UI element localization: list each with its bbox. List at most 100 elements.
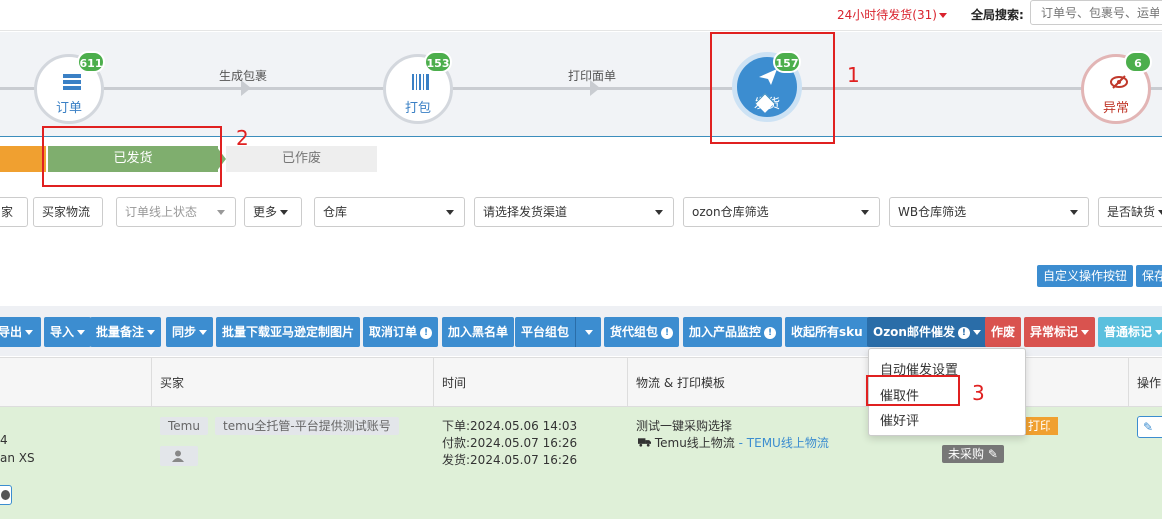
column-header-time: 时间: [442, 376, 467, 390]
order-time: 下单:2024.05.06 14:03: [442, 419, 578, 433]
filter-wb-warehouse-select[interactable]: WB仓库筛选: [889, 197, 1089, 227]
button-label: 导出: [0, 325, 23, 339]
button-label: 普通标记: [1104, 325, 1153, 339]
caret-down-icon: [199, 330, 208, 335]
caret-down-icon: [1081, 330, 1090, 335]
filter-online-status-select[interactable]: 订单线上状态: [116, 197, 236, 227]
info-icon[interactable]: [0, 485, 12, 505]
truck-icon: [638, 438, 651, 447]
void-button[interactable]: 作废: [985, 317, 1022, 347]
count-badge: 153: [424, 51, 452, 73]
logistics-separator: -: [734, 436, 747, 450]
select-value: 仓库: [323, 205, 348, 219]
caret-down-icon: [25, 330, 34, 335]
pending-24h-link[interactable]: 24小时待发货(31): [837, 6, 947, 23]
caret-down-icon: [938, 13, 947, 18]
annotation-number-3: 3: [972, 381, 985, 405]
user-icon: [160, 446, 198, 466]
count-badge: 6: [1124, 51, 1152, 73]
workflow-node-label: 订单: [55, 101, 82, 116]
filter-stockout-select[interactable]: 是否缺货: [1098, 197, 1162, 227]
eye-slash-icon: [1110, 75, 1128, 89]
chevron-down-icon: [1070, 210, 1078, 215]
buyer-account-tag: temu全托管-平台提供测试账号: [215, 417, 399, 435]
platform-package-button[interactable]: 平台组包: [515, 317, 601, 347]
top-bar: 24小时待发货(31) 全局搜索:: [0, 0, 1162, 31]
select-value: 请选择发货渠道: [483, 205, 568, 219]
custom-buttons-button[interactable]: 自定义操作按钮: [1037, 265, 1134, 287]
ozon-mail-urge-button[interactable]: Ozon邮件催发!: [867, 317, 987, 347]
button-label: Ozon邮件催发: [873, 325, 955, 339]
batch-note-button[interactable]: 批量备注: [90, 317, 162, 347]
workflow-node-label: 打包: [404, 101, 431, 116]
caret-down-icon: [77, 330, 86, 335]
filter-seller-button[interactable]: 家: [0, 197, 28, 227]
button-label: 加入产品监控: [689, 325, 762, 339]
abnormal-mark-button[interactable]: 异常标记: [1024, 317, 1096, 347]
caret-down-icon: [1158, 210, 1162, 215]
caret-down-icon: [972, 330, 981, 335]
info-icon: !: [957, 326, 970, 339]
caret-down-icon: [584, 330, 593, 335]
info-icon: !: [764, 326, 777, 339]
logistics-carrier: Temu线上物流: [654, 436, 735, 450]
chevron-down-icon: [861, 210, 869, 215]
global-search-input[interactable]: [1030, 0, 1162, 25]
caret-down-icon: [280, 210, 289, 215]
agent-package-button[interactable]: 货代组包!: [604, 317, 680, 347]
import-button[interactable]: 导入: [44, 317, 92, 347]
app-root: 24小时待发货(31) 全局搜索: 生成包裹 打印面单 订单 611 打包 15…: [0, 0, 1162, 519]
badge-tip: [1050, 417, 1058, 435]
column-header-logistics: 物流 & 打印模板: [636, 376, 725, 390]
annotation-number-2: 2: [236, 126, 249, 150]
filter-warehouse-select[interactable]: 仓库: [314, 197, 465, 227]
workflow-node-label: 异常: [1102, 101, 1129, 116]
menu-item-urge-review[interactable]: 催好评: [880, 410, 919, 429]
edit-icon: ✎: [987, 447, 998, 461]
info-icon: !: [661, 326, 674, 339]
add-blacklist-button[interactable]: 加入黑名单: [442, 317, 515, 347]
product-info-fragment: 4: [0, 433, 8, 447]
workflow-bar: 生成包裹 打印面单 订单 611 打包 153 发货 157: [0, 32, 1162, 137]
button-label: 取消订单: [369, 325, 418, 339]
button-label: 导入: [50, 325, 75, 339]
column-header-ops: 操作: [1137, 376, 1162, 390]
add-product-monitor-button[interactable]: 加入产品监控!: [683, 317, 783, 347]
button-label: 货代组包: [610, 325, 659, 339]
count-badge: 611: [77, 51, 105, 73]
save-button[interactable]: 保存: [1136, 265, 1162, 287]
purchase-status-badge[interactable]: 未采购 ✎: [942, 445, 1004, 463]
chevron-down-icon: [217, 210, 225, 215]
select-value: 订单线上状态: [125, 205, 198, 219]
purchase-status-label: 未采购: [948, 447, 985, 461]
barcode-icon: [412, 74, 429, 90]
button-label: 批量备注: [96, 325, 145, 339]
sync-button[interactable]: 同步: [166, 317, 214, 347]
caret-down-icon: [1155, 330, 1162, 335]
pay-time: 付款:2024.05.07 16:26: [442, 436, 578, 450]
cancel-order-button[interactable]: 取消订单!: [363, 317, 439, 347]
button-label: 平台组包: [521, 325, 570, 339]
normal-mark-button[interactable]: 普通标记: [1098, 317, 1162, 347]
export-button[interactable]: 导出: [0, 317, 41, 347]
filter-buyer-logistics-button[interactable]: 买家物流: [33, 197, 103, 227]
edge-label-generate-package: 生成包裹: [219, 69, 268, 83]
chevron-down-icon: [446, 210, 454, 215]
filter-more-button[interactable]: 更多: [244, 197, 302, 227]
info-icon: !: [420, 326, 433, 339]
edit-icon[interactable]: ✎: [1137, 416, 1162, 438]
filter-ozon-warehouse-select[interactable]: ozon仓库筛选: [683, 197, 880, 227]
button-label: 更多: [253, 205, 278, 219]
edge-label-print-label: 打印面单: [568, 69, 617, 83]
batch-download-amazon-button[interactable]: 批量下载亚马逊定制图片: [216, 317, 361, 347]
global-search-label: 全局搜索:: [971, 8, 1024, 22]
split-dropdown[interactable]: [575, 317, 601, 347]
select-value: ozon仓库筛选: [692, 205, 769, 219]
annotation-number-1: 1: [847, 63, 860, 87]
filter-channel-select[interactable]: 请选择发货渠道: [474, 197, 674, 227]
annotation-box-1: [710, 32, 835, 144]
logistics-channel-link[interactable]: TEMU线上物流: [747, 436, 829, 450]
collect-all-sku-button[interactable]: 收起所有sku: [785, 317, 869, 347]
workflow-line: [0, 87, 1162, 90]
select-value: 是否缺货: [1107, 205, 1156, 219]
